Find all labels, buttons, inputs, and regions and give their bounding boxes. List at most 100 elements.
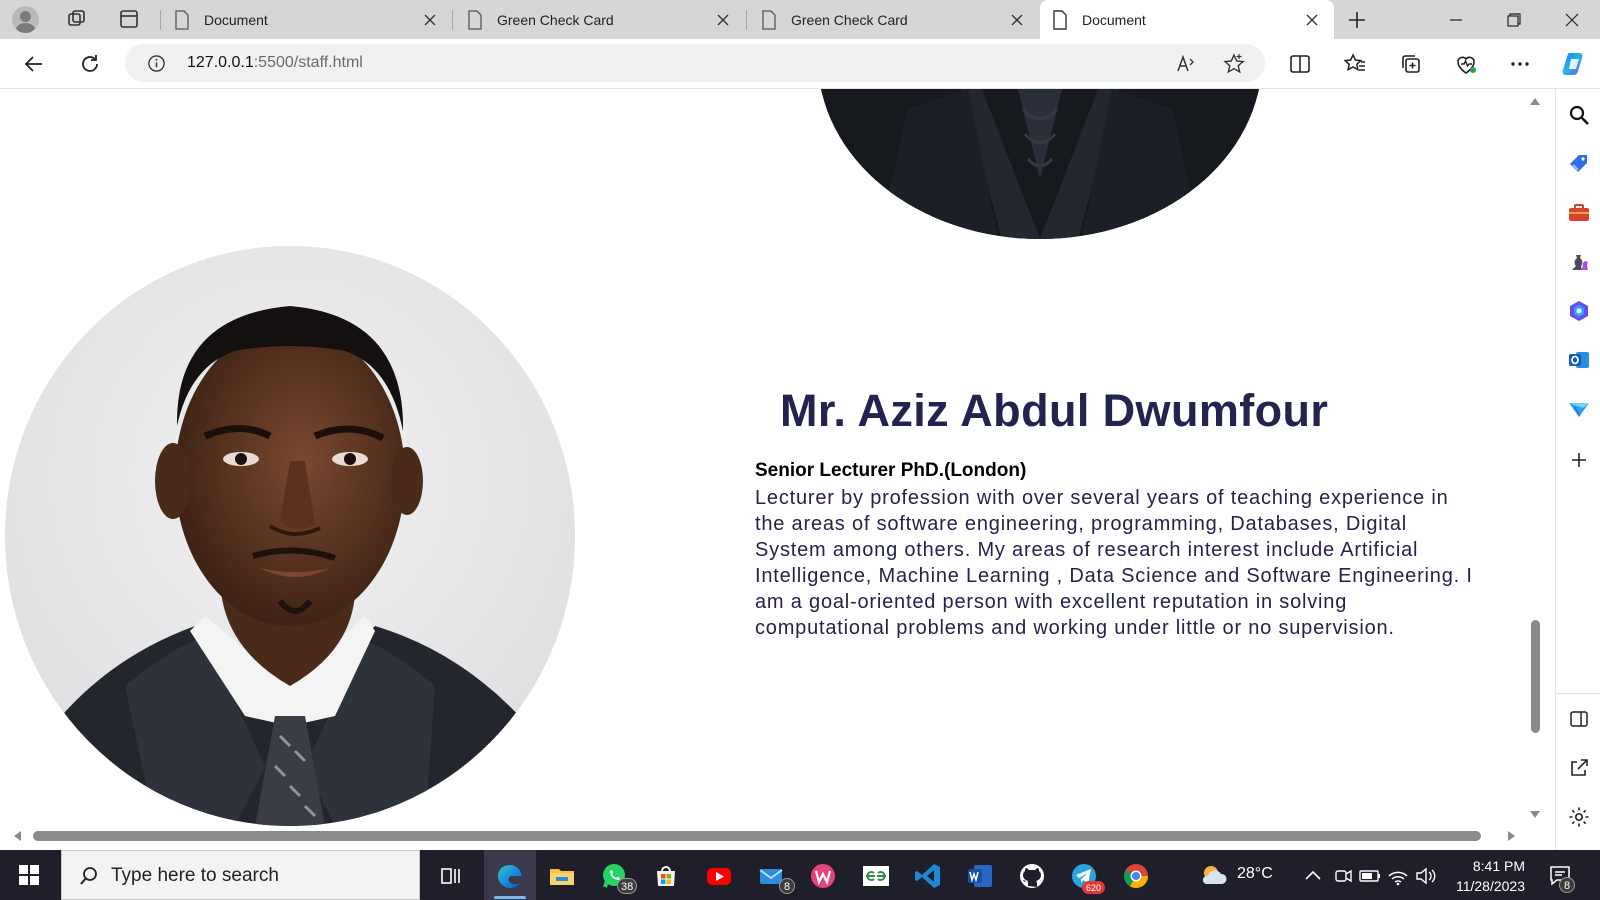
tab-label: Green Check Card [791,11,908,28]
search-icon[interactable] [1567,103,1591,127]
whatsapp-badge: 38 [617,878,638,894]
taskbar-search-placeholder: Type here to search [111,865,279,886]
close-window-icon[interactable] [1560,8,1584,32]
battery-icon[interactable] [1358,862,1382,890]
vscode-icon[interactable] [914,862,942,890]
vertical-tabs-icon[interactable] [118,8,140,30]
outlook-icon[interactable] [1567,348,1591,372]
collections-icon[interactable] [1399,52,1423,76]
staff-name-heading: Mr. Aziz Abdul Dwumfour [780,385,1329,436]
active-app-indicator [494,896,526,899]
windows-taskbar: Type here to search 38 8 620 28°C 8:41 P… [0,850,1600,900]
staff-role: Senior Lecturer PhD.(London) [755,460,1027,481]
vertical-scrollbar-thumb[interactable] [1531,620,1540,733]
sidebar-divider [1556,693,1600,694]
weather-temperature[interactable]: 28°C [1237,865,1273,883]
mail-badge: 8 [779,878,795,894]
favorites-icon[interactable] [1343,52,1367,76]
meet-now-icon[interactable] [1332,862,1354,890]
edge-sidebar [1555,89,1600,850]
windows-start-icon[interactable] [18,864,40,886]
close-tab-icon[interactable] [420,10,440,30]
read-aloud-icon[interactable] [1175,53,1197,75]
chrome-icon[interactable] [1122,862,1150,890]
wifi-icon[interactable] [1386,862,1410,890]
volume-icon[interactable] [1414,862,1438,890]
browser-essentials-icon[interactable] [1454,52,1478,76]
system-clock[interactable]: 8:41 PM 11/28/2023 [1443,856,1525,896]
workspaces-icon[interactable] [66,8,88,30]
favorite-star-icon[interactable] [1223,53,1245,75]
site-info-icon[interactable] [147,54,166,73]
address-bar[interactable]: 127.0.0.1:5500/staff.html [125,44,1265,82]
games-chess-icon[interactable] [1567,250,1591,274]
edge-browser-icon[interactable] [496,862,524,890]
weather-cloud-sun-icon[interactable] [1198,862,1230,890]
page-viewport: Mr. Aziz Abdul Dwumfour Senior Lecturer … [0,89,1555,850]
tab-separator [452,10,453,30]
tab-document-1[interactable]: Document [162,0,452,39]
suit-image [818,89,1262,239]
page-icon [175,9,189,30]
scroll-up-arrow-icon[interactable] [1530,98,1540,105]
file-explorer-icon[interactable] [548,862,576,890]
tab-separator [160,10,161,30]
tab-label: Document [204,11,268,28]
refresh-icon[interactable] [78,52,102,76]
word-icon[interactable] [966,862,994,890]
url-path: :5500/staff.html [253,54,363,71]
search-icon [80,867,97,885]
page-icon [468,9,482,30]
microsoft-365-icon[interactable] [1567,299,1591,323]
url-host: 127.0.0.1 [187,54,254,71]
back-arrow-icon[interactable] [22,52,46,76]
portrait-image [5,246,575,826]
tab-green-check-card-1[interactable]: Green Check Card [455,0,745,39]
scroll-down-arrow-icon[interactable] [1530,811,1540,818]
show-hidden-icons-chevron-icon[interactable] [1303,862,1323,890]
telegram-badge: 620 [1082,881,1106,894]
tab-document-active[interactable]: Document [1040,0,1334,39]
restore-icon[interactable] [1502,8,1526,32]
staff-bio: Lecturer by profession with over several… [755,487,1473,639]
copilot-icon[interactable] [1560,49,1590,79]
page-icon [762,9,776,30]
new-tab-icon[interactable] [1345,8,1369,32]
settings-gear-icon[interactable] [1567,805,1591,829]
task-view-icon[interactable] [436,862,464,890]
github-icon[interactable] [1018,862,1046,890]
close-tab-icon[interactable] [1302,10,1322,30]
notification-badge: 8 [1559,877,1575,893]
tools-briefcase-icon[interactable] [1567,201,1591,225]
profile-avatar-icon[interactable] [12,6,39,33]
minimize-icon[interactable] [1444,8,1468,32]
close-tab-icon[interactable] [713,10,733,30]
microsoft-store-icon[interactable] [652,862,680,890]
drop-send-icon[interactable] [1567,397,1591,421]
scroll-left-arrow-icon[interactable] [14,831,21,841]
close-tab-icon[interactable] [1007,10,1027,30]
taskbar-search-box[interactable]: Type here to search [61,850,420,900]
scroll-right-arrow-icon[interactable] [1508,831,1515,841]
tab-green-check-card-2[interactable]: Green Check Card [749,0,1039,39]
browser-tab-bar: Document Green Check Card Green Check Ca… [0,0,1600,39]
clock-date: 11/28/2023 [1455,878,1525,894]
split-screen-icon[interactable] [1288,52,1312,76]
tab-label: Document [1082,11,1146,28]
add-sidebar-app-icon[interactable] [1567,448,1591,472]
tab-label: Green Check Card [497,11,614,28]
staff-photo-top [818,89,1262,239]
wps-office-icon[interactable] [809,862,837,890]
shopping-tag-icon[interactable] [1567,152,1591,176]
staff-portrait [5,246,575,826]
horizontal-scrollbar-thumb[interactable] [33,831,1481,841]
tab-separator [746,10,747,30]
clock-time: 8:41 PM [1472,858,1525,874]
more-options-icon[interactable] [1508,52,1532,76]
youtube-icon[interactable] [705,862,733,890]
url-text[interactable]: 127.0.0.1:5500/staff.html [187,54,363,72]
geeksforgeeks-icon[interactable] [862,862,890,890]
page-icon [1053,9,1067,30]
hide-sidebar-icon[interactable] [1567,707,1591,731]
external-link-icon[interactable] [1567,756,1591,780]
